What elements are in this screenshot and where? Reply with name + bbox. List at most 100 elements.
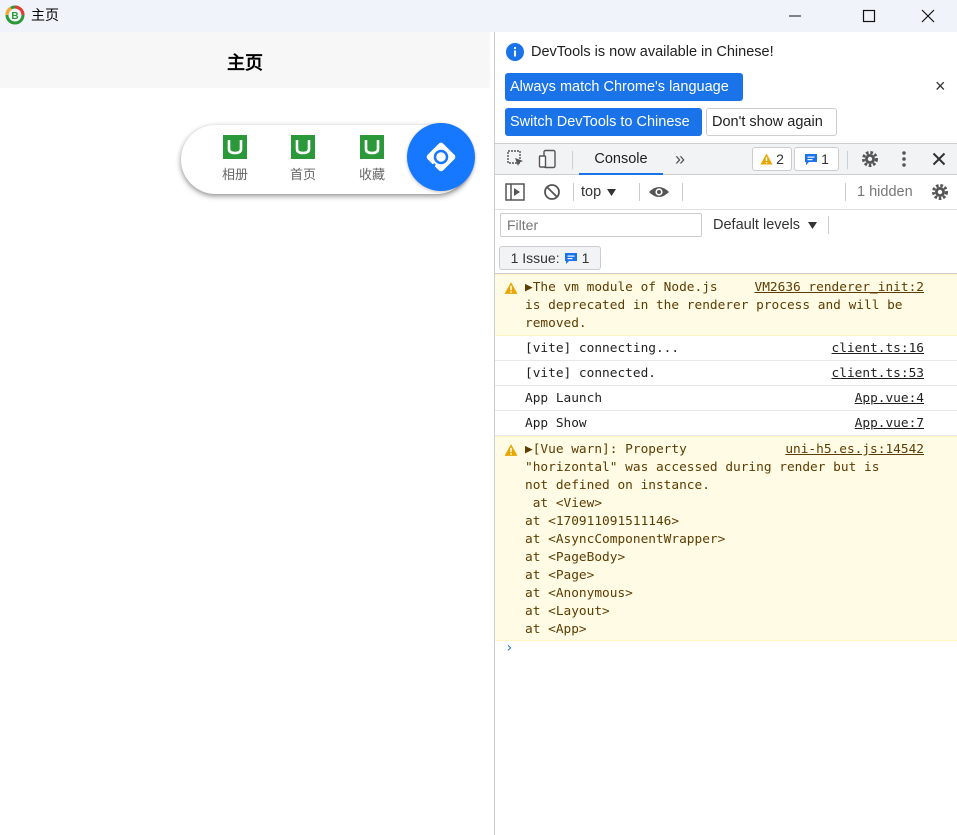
message-source-link[interactable]: uni-h5.es.js:14542 — [785, 441, 924, 459]
dropdown-arrow-icon — [607, 188, 617, 196]
issues-label: 1 Issue: — [510, 250, 560, 266]
message-source-link[interactable]: App.vue:7 — [855, 415, 924, 433]
stack-frame: at <PageBody> — [525, 550, 626, 565]
console-warning-message: ▶The vm module of Node.js VM2636 rendere… — [495, 274, 957, 336]
messages-badge[interactable]: 1 — [794, 147, 839, 171]
console-log-message: App Launch App.vue:4 — [495, 386, 957, 411]
toolbar-separator — [682, 183, 683, 201]
compass-icon — [426, 142, 456, 172]
console-settings-button[interactable] — [928, 180, 952, 204]
infobar-message: DevTools is now available in Chinese! — [531, 44, 774, 60]
dont-show-again-button[interactable]: Don't show again — [706, 108, 837, 136]
sidebar-toggle-icon — [505, 183, 525, 201]
filter-input[interactable] — [500, 213, 702, 237]
gear-icon — [932, 184, 948, 200]
nav-item-album[interactable]: 相册 — [215, 135, 255, 187]
message-text: App Show — [525, 416, 587, 431]
window-titlebar: B 主页 — [0, 0, 957, 32]
stack-frame: at <Layout> — [525, 604, 610, 619]
maximize-button[interactable] — [846, 0, 892, 32]
inspect-element-button[interactable] — [503, 147, 529, 171]
window-close-button[interactable] — [905, 0, 951, 32]
nav-item-label: 首页 — [289, 168, 316, 183]
message-text: App Launch — [525, 391, 603, 406]
context-selector[interactable]: top — [581, 180, 629, 204]
hidden-messages-count: 1 hidden — [857, 184, 913, 200]
u-logo-icon — [223, 135, 247, 159]
app-navbar: 主页 — [0, 32, 490, 88]
stack-frame: at <View> — [525, 496, 603, 511]
message-text[interactable]: ▶[Vue warn]: Property — [525, 441, 687, 459]
message-source-link[interactable]: client.ts:53 — [832, 365, 924, 383]
more-tabs-button[interactable]: » — [669, 147, 691, 171]
nav-item-label: 相册 — [221, 168, 248, 183]
nav-item-label: 收藏 — [358, 168, 385, 183]
console-log-message: [vite] connected. client.ts:53 — [495, 361, 957, 386]
stack-frame: at <Page> — [525, 568, 595, 583]
window-title: 主页 — [31, 8, 59, 24]
message-text: removed. — [525, 316, 587, 331]
message-text: "horizontal" was accessed during render … — [525, 460, 880, 475]
console-log-message: App Show App.vue:7 — [495, 411, 957, 436]
app-viewport: 主页 相册 首页 收藏 — [0, 32, 494, 835]
always-match-language-button[interactable]: Always match Chrome's language — [505, 73, 743, 101]
nav-item-favorites[interactable]: 收藏 — [352, 135, 392, 187]
devtools-panel: DevTools is now available in Chinese! Al… — [494, 32, 957, 835]
device-toolbar-button[interactable] — [535, 147, 561, 171]
tab-console[interactable]: Console — [579, 144, 663, 175]
warning-icon — [760, 153, 773, 165]
console-warning-message: ▶[Vue warn]: Property uni-h5.es.js:14542… — [495, 436, 957, 641]
filter-row: Default levels — [495, 210, 957, 242]
message-text[interactable]: ▶The vm module of Node.js — [525, 279, 725, 297]
toolbar-separator — [847, 151, 848, 169]
warning-icon — [504, 444, 518, 456]
messages-count: 1 — [821, 151, 829, 167]
message-source-link[interactable]: client.ts:16 — [832, 340, 924, 358]
toolbar-separator — [573, 183, 574, 201]
toolbar-separator — [639, 183, 640, 201]
show-sidebar-button[interactable] — [503, 180, 527, 204]
close-devtools-button[interactable] — [927, 147, 951, 171]
compass-fab-button[interactable] — [407, 123, 475, 191]
warning-icon — [504, 282, 518, 294]
inspect-cursor-icon — [507, 150, 523, 166]
issues-count: 1 — [581, 250, 590, 266]
console-messages: ▶The vm module of Node.js VM2636 rendere… — [495, 274, 957, 641]
more-options-button[interactable] — [893, 147, 915, 171]
maximize-icon — [862, 9, 876, 23]
minimize-button[interactable] — [772, 0, 818, 32]
kebab-menu-icon — [902, 151, 906, 167]
message-icon — [564, 252, 577, 264]
close-icon — [932, 152, 946, 166]
settings-button[interactable] — [857, 147, 883, 171]
console-log-message: [vite] connecting... client.ts:16 — [495, 336, 957, 361]
message-source-link[interactable]: VM2636 renderer_init:2 — [755, 279, 925, 297]
log-levels-dropdown[interactable]: Default levels — [713, 217, 818, 233]
log-levels-label: Default levels — [713, 217, 801, 233]
eye-icon — [649, 187, 669, 197]
issues-button[interactable]: 1 Issue: 1 — [499, 246, 601, 270]
live-expression-button[interactable] — [646, 180, 672, 204]
warnings-count: 2 — [776, 151, 784, 167]
u-logo-icon — [360, 135, 384, 159]
console-prompt[interactable]: › — [505, 640, 513, 656]
message-text: [vite] connected. — [525, 366, 656, 381]
context-label: top — [581, 184, 602, 200]
gear-icon — [862, 151, 878, 167]
clear-console-button[interactable] — [540, 180, 564, 204]
app-logo-icon: B — [5, 5, 25, 25]
message-text: is deprecated in the renderer process an… — [525, 298, 903, 313]
infobar-close-button[interactable]: × — [935, 76, 946, 97]
info-icon — [506, 43, 524, 61]
stack-frame: at <AsyncComponentWrapper> — [525, 532, 726, 547]
page-title: 主页 — [227, 53, 263, 74]
warnings-badge[interactable]: 2 — [752, 147, 792, 171]
message-source-link[interactable]: App.vue:4 — [855, 390, 924, 408]
svg-text:B: B — [11, 11, 18, 22]
nav-item-home[interactable]: 首页 — [283, 135, 323, 187]
issues-row: 1 Issue: 1 — [495, 242, 957, 274]
u-logo-icon — [291, 135, 315, 159]
devtools-main-toolbar: Console » 2 1 — [495, 143, 957, 175]
message-text: [vite] connecting... — [525, 341, 680, 356]
switch-to-chinese-button[interactable]: Switch DevTools to Chinese — [505, 108, 702, 136]
